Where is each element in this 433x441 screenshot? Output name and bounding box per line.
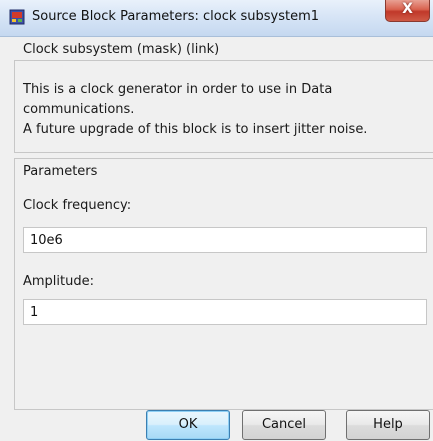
description-line: This is a clock generator in order to us…	[23, 82, 333, 97]
description-line: A future upgrade of this block is to ins…	[23, 122, 368, 137]
clock-frequency-input[interactable]	[23, 227, 427, 253]
close-button[interactable]: X	[385, 0, 430, 22]
title-bar[interactable]: Source Block Parameters: clock subsystem…	[0, 0, 433, 37]
clock-frequency-label: Clock frequency:	[23, 198, 132, 213]
cancel-button[interactable]: Cancel	[242, 410, 326, 440]
mask-description-title: Clock subsystem (mask) (link)	[23, 42, 220, 57]
amplitude-input[interactable]	[23, 299, 427, 325]
help-button[interactable]: Help	[346, 410, 430, 440]
description-line: communications.	[23, 102, 135, 117]
dialog-window: Source Block Parameters: clock subsystem…	[0, 0, 433, 441]
amplitude-label: Amplitude:	[23, 274, 94, 289]
simulink-block-icon	[9, 9, 25, 25]
ok-button[interactable]: OK	[146, 410, 230, 440]
close-icon: X	[402, 1, 413, 17]
parameters-title: Parameters	[23, 164, 98, 179]
window-title: Source Block Parameters: clock subsystem…	[32, 9, 320, 24]
